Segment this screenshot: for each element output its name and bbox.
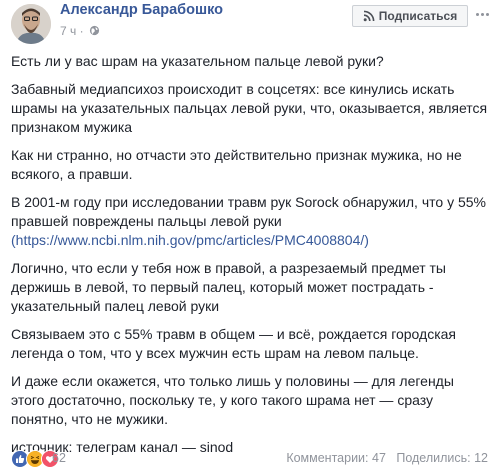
comments-count[interactable]: Комментарии: 47 — [286, 451, 386, 465]
post-paragraph: Логично, что если у тебя нож в правой, а… — [11, 260, 446, 314]
post-paragraph: В 2001-м году при исследовании травм рук… — [11, 193, 489, 250]
post-paragraph: Как ни странно, но отчасти это действите… — [11, 147, 462, 182]
shares-count[interactable]: Поделились: 12 — [396, 451, 488, 465]
globe-icon — [89, 25, 100, 36]
post-footer: 62 Комментарии: 47 Поделились: 12 — [0, 446, 496, 474]
post-paragraph-text: В 2001-м году при исследовании травм рук… — [11, 194, 486, 229]
post-paragraph: Есть ли у вас шрам на указательном пальц… — [11, 53, 384, 69]
subscribe-button[interactable]: Подписаться — [352, 5, 468, 27]
author-name[interactable]: Александр Барабошко — [60, 2, 223, 18]
post-stats: Комментарии: 47 Поделились: 12 — [286, 451, 488, 465]
avatar[interactable] — [11, 4, 51, 44]
post-paragraph: Связываем это с 55% травм в общем — и вс… — [11, 326, 457, 361]
reactions[interactable] — [11, 450, 59, 468]
post-meta: 7 ч · — [60, 24, 100, 38]
post-body: Есть ли у вас шрам на указательном пальц… — [11, 52, 489, 466]
post-paragraph: И даже если окажется, что только лишь у … — [11, 373, 454, 427]
post-time[interactable]: 7 ч — [60, 24, 76, 38]
source-link[interactable]: (https://www.ncbi.nlm.nih.gov/pmc/articl… — [11, 232, 369, 248]
reaction-count[interactable]: 62 — [52, 451, 66, 465]
subscribe-label: Подписаться — [378, 9, 458, 23]
rss-icon — [363, 10, 375, 22]
post-header: Александр Барабошко 7 ч · Подписаться — [0, 0, 496, 46]
post-paragraph: Забавный медиапсихоз происходит в соцсет… — [11, 81, 488, 135]
more-icon[interactable] — [474, 8, 490, 20]
